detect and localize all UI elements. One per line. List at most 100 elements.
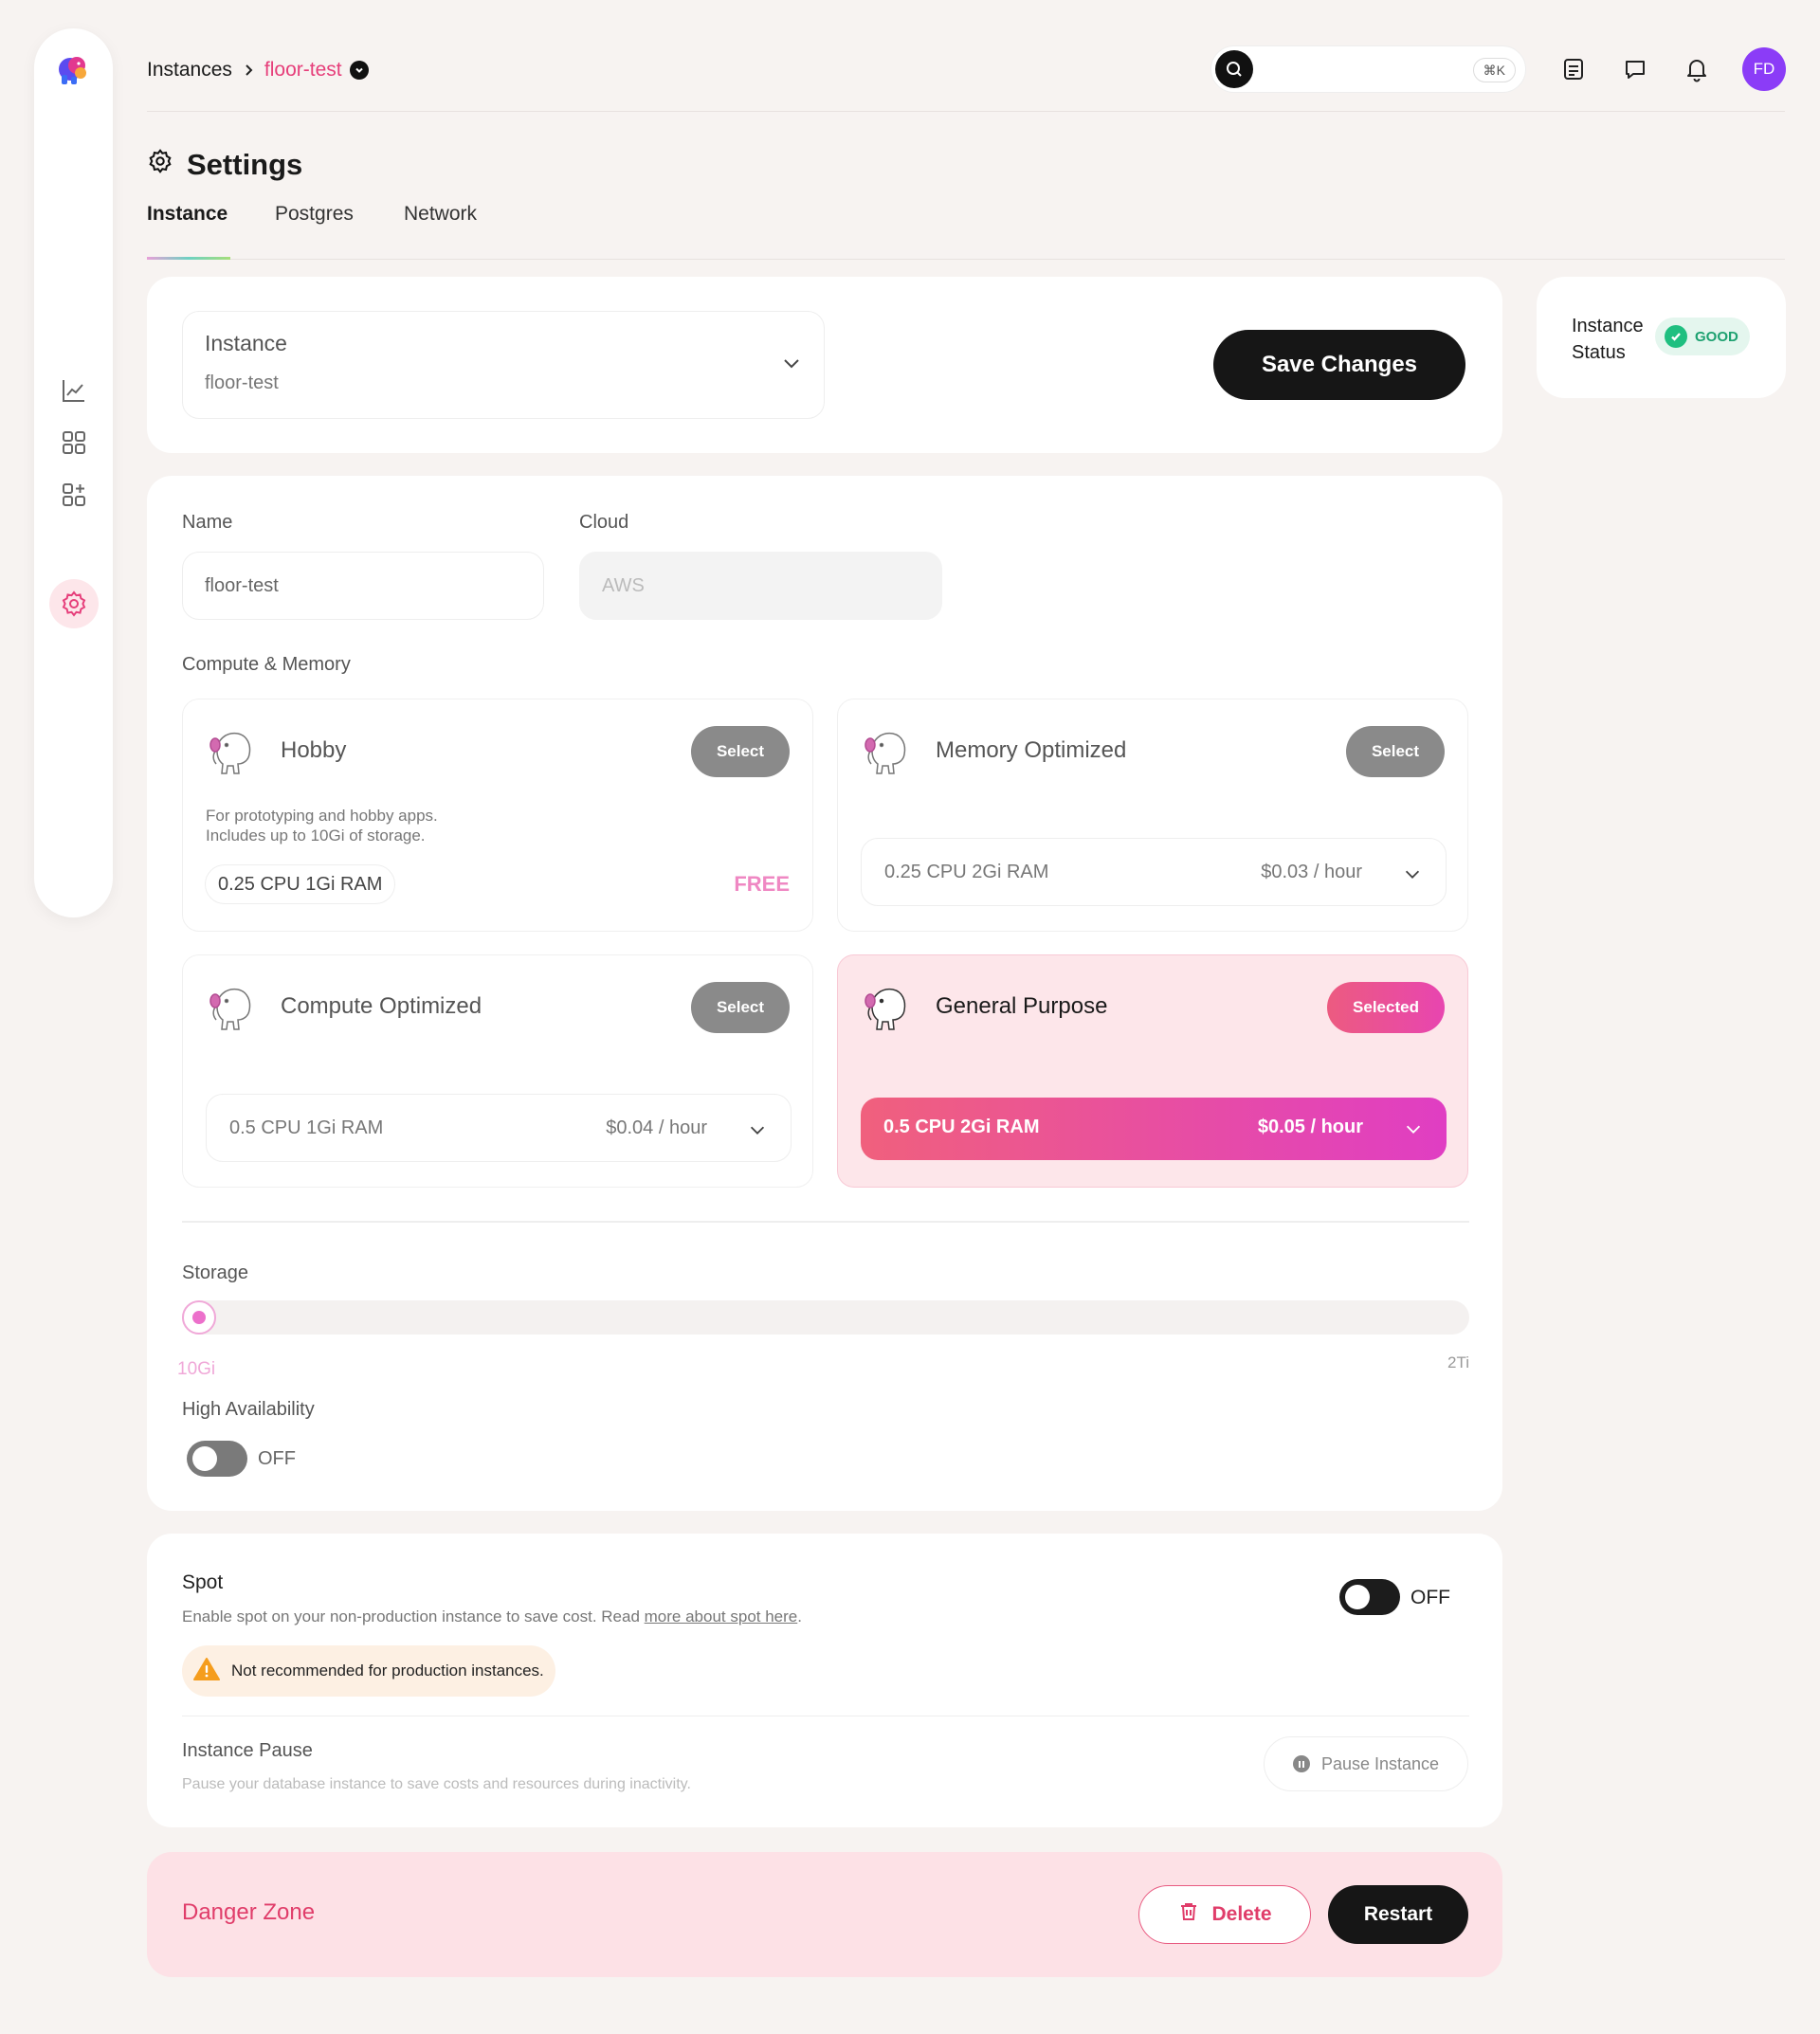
avatar[interactable]: FD (1742, 47, 1786, 91)
storage-slider[interactable] (182, 1300, 1469, 1335)
instance-select-card: Instance floor-test Save Changes (147, 277, 1502, 453)
toggle-knob (192, 1446, 217, 1471)
settings-tabs: Instance Postgres Network (147, 203, 1785, 260)
spot-learn-more-link[interactable]: more about spot here (645, 1607, 798, 1625)
storage-max: 2Ti (1447, 1353, 1469, 1371)
spot-warning-banner: Not recommended for production instances… (182, 1645, 555, 1697)
metrics-chart-icon[interactable] (49, 366, 99, 415)
plan-size-dropdown[interactable]: 0.5 CPU 1Gi RAM $0.04 / hour (206, 1094, 792, 1162)
dashboard-grid-icon[interactable] (49, 418, 99, 467)
plan-name: General Purpose (936, 993, 1108, 1019)
elephant-mascot-icon (204, 978, 261, 1035)
spot-toggle[interactable] (1339, 1579, 1400, 1615)
delete-button[interactable]: Delete (1138, 1885, 1311, 1944)
search-icon[interactable] (1215, 50, 1253, 88)
warning-icon (193, 1657, 220, 1686)
plan-card-compute-optimized[interactable]: Compute Optimized Select 0.5 CPU 1Gi RAM… (182, 954, 813, 1188)
pause-instance-label: Pause Instance (1320, 1753, 1440, 1773)
instance-dropdown-label: Instance (205, 331, 287, 355)
breadcrumb-current-instance[interactable]: floor-test (264, 59, 342, 82)
divider (182, 1221, 1469, 1223)
storage-slider-handle[interactable] (182, 1300, 216, 1335)
storage-value: 10Gi (177, 1359, 216, 1379)
plan-name: Memory Optimized (936, 737, 1127, 763)
breadcrumb: Instances floor-test (147, 59, 369, 82)
name-field[interactable]: floor-test (182, 552, 544, 620)
configuration-card: Name floor-test Cloud AWS Compute & Memo… (147, 476, 1502, 1511)
select-plan-button[interactable]: Select (691, 726, 790, 777)
instance-dropdown-value: floor-test (205, 372, 279, 393)
top-bar: Instances floor-test ⌘K FD (147, 38, 1786, 112)
spot-description: Enable spot on your non-production insta… (182, 1607, 802, 1626)
chevron-down-icon[interactable] (349, 61, 369, 80)
cloud-label: Cloud (579, 512, 629, 533)
sidebar (34, 28, 113, 917)
check-circle-icon (1665, 325, 1687, 348)
instance-pause-title: Instance Pause (182, 1740, 313, 1761)
page-title: Settings (147, 148, 302, 182)
chevron-right-icon (242, 64, 255, 77)
plan-description-line: For prototyping and hobby apps. (206, 807, 438, 825)
plan-size-dropdown[interactable]: 0.25 CPU 2Gi RAM $0.03 / hour (861, 838, 1447, 906)
instance-status-label: Instance Status (1572, 316, 1644, 363)
trash-icon (1177, 1900, 1200, 1929)
high-availability-label: High Availability (182, 1399, 315, 1420)
danger-zone-card: Danger Zone Delete Restart (147, 1852, 1502, 1977)
select-plan-button[interactable]: Select (691, 982, 790, 1033)
elephant-logo-icon[interactable] (54, 52, 92, 90)
plan-price: $0.04 / hour (606, 1117, 707, 1138)
plan-card-general-purpose[interactable]: General Purpose Selected 0.5 CPU 2Gi RAM… (837, 954, 1468, 1188)
chat-icon[interactable] (1619, 53, 1651, 85)
instance-dropdown[interactable]: Instance floor-test (182, 311, 825, 419)
instance-pause-description: Pause your database instance to save cos… (182, 1776, 691, 1792)
plan-name: Hobby (281, 737, 347, 763)
bell-icon[interactable] (1681, 53, 1713, 85)
high-availability-toggle[interactable] (187, 1441, 247, 1477)
status-badge: GOOD (1655, 318, 1750, 355)
delete-label: Delete (1211, 1903, 1272, 1925)
plan-description: For prototyping and hobby apps. Includes… (206, 806, 438, 845)
plan-spec: 0.5 CPU 2Gi RAM (883, 1117, 1040, 1137)
elephant-mascot-icon (859, 722, 916, 779)
cloud-field: AWS (579, 552, 942, 620)
chevron-down-icon (747, 1119, 768, 1146)
docs-icon[interactable] (1557, 53, 1590, 85)
spot-warning-text: Not recommended for production instances… (231, 1662, 544, 1680)
status-badge-text: GOOD (1695, 328, 1738, 345)
tab-postgres[interactable]: Postgres (275, 203, 354, 260)
gear-icon (147, 148, 173, 182)
spot-title: Spot (182, 1571, 224, 1593)
plan-spec: 0.25 CPU 2Gi RAM (884, 862, 1049, 882)
add-app-grid-icon[interactable] (49, 470, 99, 519)
restart-button[interactable]: Restart (1328, 1885, 1468, 1944)
pause-icon (1292, 1755, 1310, 1772)
tab-network[interactable]: Network (404, 203, 477, 260)
chevron-down-icon (780, 352, 803, 379)
plan-spec: 0.5 CPU 1Gi RAM (229, 1117, 384, 1138)
name-label: Name (182, 512, 233, 533)
search-input[interactable]: ⌘K (1210, 45, 1526, 93)
danger-zone-title: Danger Zone (182, 1899, 316, 1925)
settings-gear-icon[interactable] (49, 579, 99, 628)
pause-instance-button[interactable]: Pause Instance (1264, 1736, 1468, 1791)
compute-memory-label: Compute & Memory (182, 654, 351, 675)
spot-description-text: Enable spot on your non-production insta… (182, 1607, 645, 1625)
breadcrumb-instances-link[interactable]: Instances (147, 59, 232, 82)
tab-instance[interactable]: Instance (147, 203, 230, 260)
plan-card-memory-optimized[interactable]: Memory Optimized Select 0.25 CPU 2Gi RAM… (837, 699, 1468, 932)
select-plan-button[interactable]: Select (1346, 726, 1445, 777)
spot-description-period: . (797, 1607, 802, 1625)
save-changes-button[interactable]: Save Changes (1213, 330, 1465, 400)
keyboard-shortcut-badge: ⌘K (1472, 58, 1516, 82)
plan-price: FREE (734, 872, 790, 896)
plan-card-hobby[interactable]: Hobby Select For prototyping and hobby a… (182, 699, 813, 932)
chevron-down-icon (1403, 1118, 1424, 1145)
plan-size-dropdown[interactable]: 0.5 CPU 2Gi RAM $0.05 / hour (861, 1098, 1447, 1160)
page-title-text: Settings (187, 148, 303, 181)
chevron-down-icon (1402, 863, 1423, 890)
toggle-knob (1345, 1585, 1370, 1609)
plan-name: Compute Optimized (281, 993, 482, 1019)
selected-plan-button[interactable]: Selected (1327, 982, 1445, 1033)
storage-label: Storage (182, 1262, 249, 1283)
spot-pause-card: Spot Enable spot on your non-production … (147, 1534, 1502, 1827)
